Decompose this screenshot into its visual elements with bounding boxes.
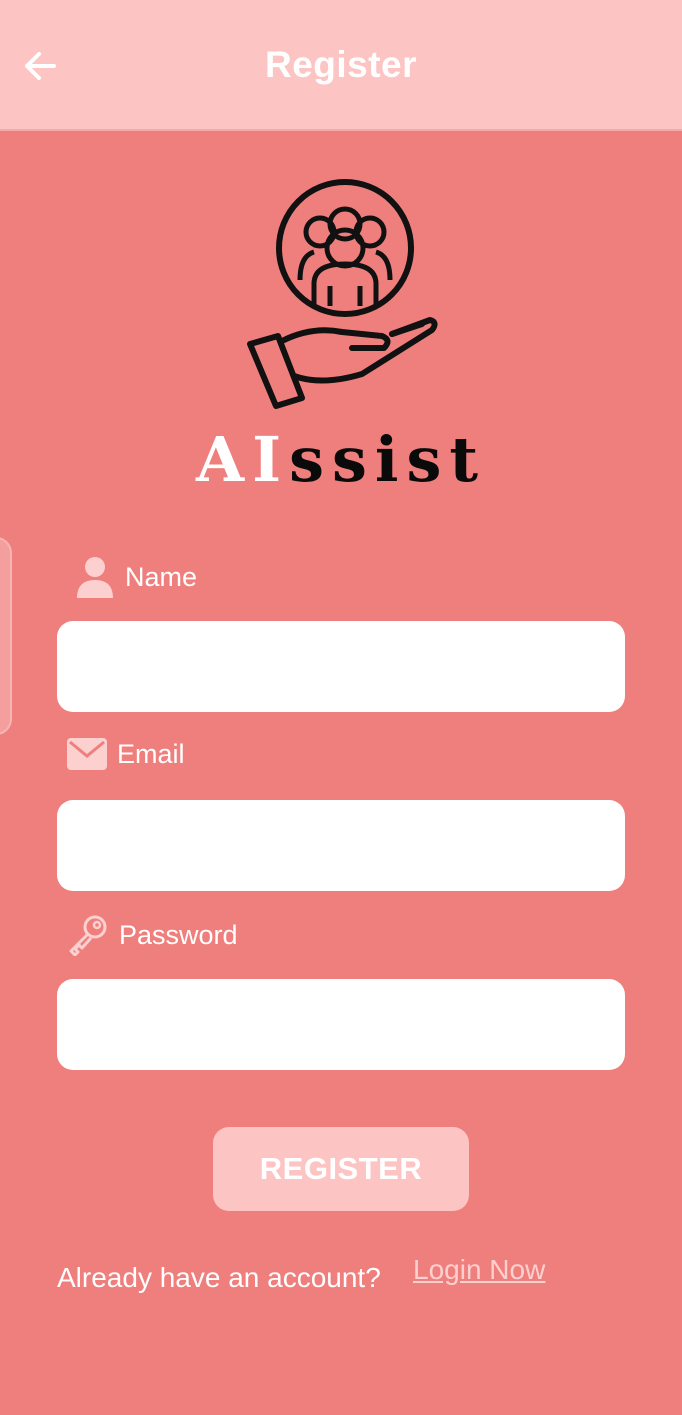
name-label: Name [75,556,197,598]
login-now-link[interactable]: Login Now [413,1254,545,1286]
email-label-text: Email [117,738,185,769]
brand-logo-text: AIssist [0,425,682,495]
register-screen: Register AIssist Name Email Password REG… [0,0,682,1415]
password-input[interactable] [57,979,625,1070]
hand-holding-people-icon [247,179,438,409]
email-label: Email [67,738,185,770]
password-label-text: Password [119,919,238,950]
already-have-account-text: Already have an account? [57,1262,381,1293]
brand-ai: AI [195,423,290,496]
name-label-text: Name [125,561,198,592]
email-input[interactable] [57,800,625,891]
brand-rest: ssist [289,423,487,496]
key-icon [67,914,109,956]
register-button[interactable]: REGISTER [213,1127,469,1211]
app-bar: Register [0,0,682,131]
side-drawer-handle[interactable] [0,537,12,735]
envelope-icon [67,738,107,770]
password-label: Password [67,914,238,956]
page-title: Register [264,44,418,85]
name-input[interactable] [57,621,625,712]
person-icon [75,556,115,598]
